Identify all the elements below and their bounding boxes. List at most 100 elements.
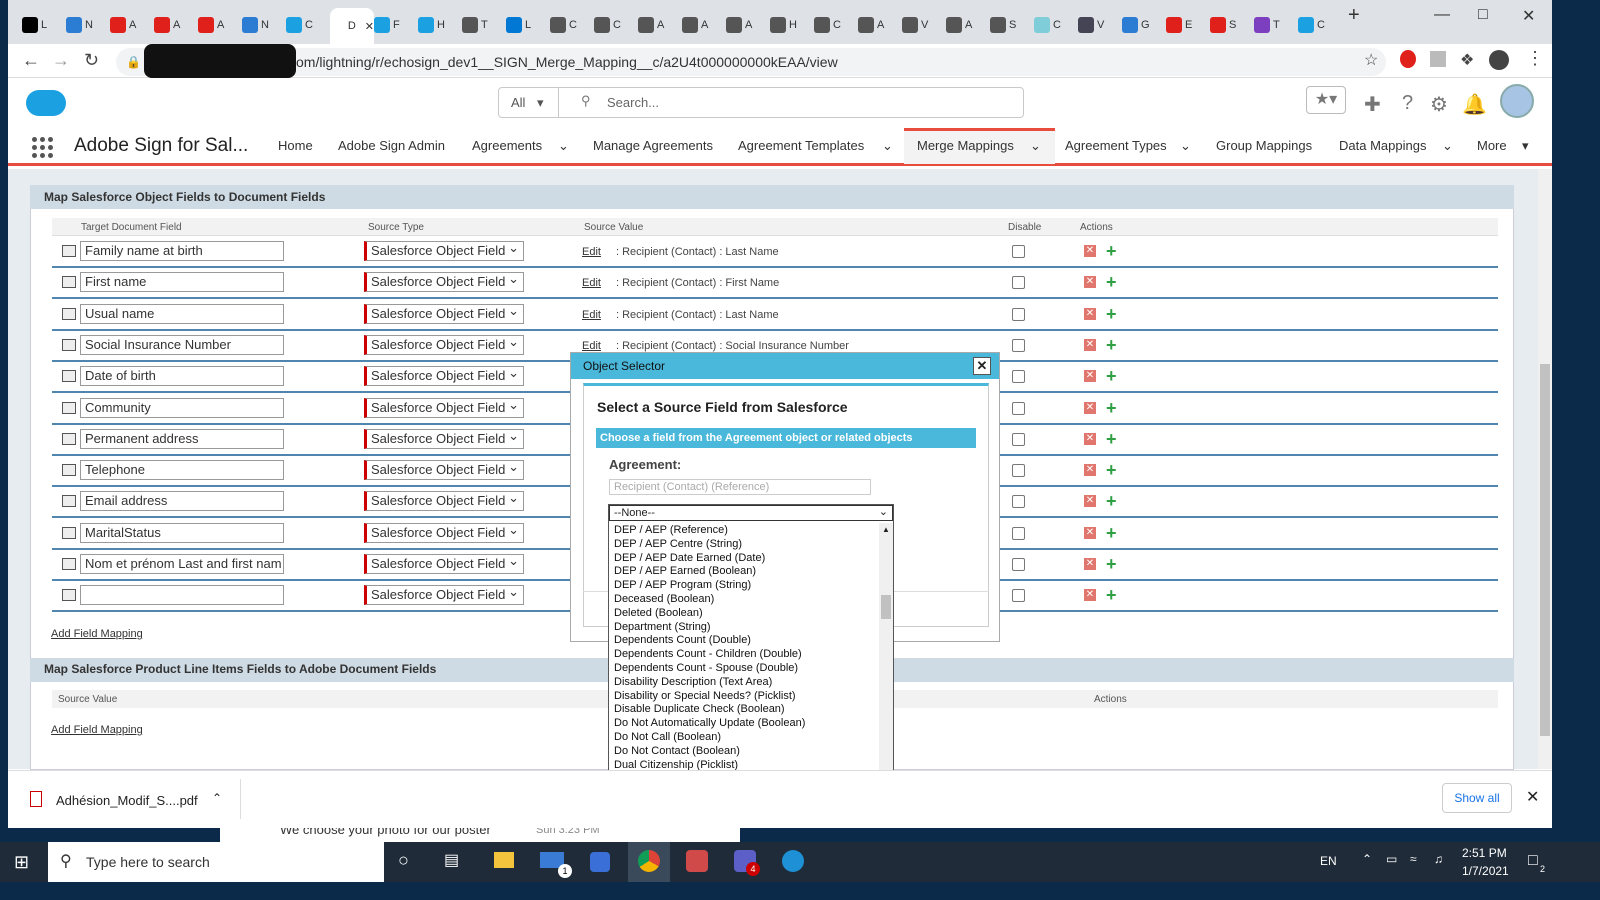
forward-icon[interactable]: → (52, 50, 70, 71)
nav-agreement-types[interactable]: Agreement Types (1065, 138, 1167, 153)
source-type-select[interactable]: Salesforce Object Field (364, 552, 524, 574)
delete-icon[interactable]: ✕ (1084, 526, 1096, 539)
dropdown-option[interactable]: Department (String) (609, 620, 879, 634)
disable-checkbox[interactable] (1012, 401, 1025, 415)
source-type-select[interactable]: Salesforce Object Field (364, 489, 524, 512)
nav-adobe-sign-admin[interactable]: Adobe Sign Admin (338, 138, 445, 153)
volume-icon[interactable]: ♫ (1434, 852, 1443, 866)
browser-tab[interactable]: A (682, 14, 726, 36)
delete-icon[interactable]: ✕ (1084, 245, 1096, 257)
nav-agreement-templates[interactable]: Agreement Templates (738, 138, 864, 153)
page-scrollbar[interactable] (1538, 169, 1552, 769)
drag-handle-icon[interactable] (62, 370, 76, 383)
dropdown-option[interactable]: Disability or Special Needs? (Picklist) (609, 689, 879, 703)
target-field-input[interactable]: Community (80, 397, 284, 418)
dropdown-option[interactable]: Do Not Call (Boolean) (609, 730, 879, 744)
search-input[interactable]: Search... (607, 88, 659, 117)
add-row-icon[interactable]: + (1106, 241, 1117, 262)
browser-tab[interactable]: S (990, 14, 1034, 36)
drag-handle-icon[interactable] (62, 495, 76, 508)
delete-icon[interactable]: ✕ (1084, 370, 1096, 383)
disable-checkbox[interactable] (1012, 558, 1025, 571)
nav-more[interactable]: More (1477, 138, 1507, 153)
target-field-input[interactable]: Family name at birth (80, 241, 284, 261)
close-window-icon[interactable]: ✕ (1522, 6, 1535, 26)
browser-tab[interactable]: L (506, 14, 550, 36)
bell-icon[interactable]: 🔔 (1462, 92, 1487, 117)
close-icon[interactable]: ✕ (973, 357, 991, 375)
drag-handle-icon[interactable] (62, 307, 76, 320)
disable-checkbox[interactable] (1012, 307, 1025, 321)
nav-group-mappings[interactable]: Group Mappings (1216, 138, 1312, 153)
delete-icon[interactable]: ✕ (1084, 495, 1096, 508)
opera-icon[interactable] (1400, 50, 1416, 68)
delete-icon[interactable]: ✕ (1084, 558, 1096, 570)
browser-tab[interactable]: A (198, 14, 242, 36)
drag-handle-icon[interactable] (62, 558, 76, 570)
help-icon[interactable]: ? (1402, 92, 1413, 115)
puzzle-icon[interactable]: ❖ (1460, 50, 1474, 70)
add-row-icon[interactable]: + (1106, 523, 1117, 544)
close-shelf-icon[interactable]: ✕ (1526, 787, 1539, 807)
bookmark-star-icon[interactable]: ☆ (1364, 50, 1378, 70)
task-view-icon[interactable]: ▤ (444, 850, 459, 870)
add-row-icon[interactable]: + (1106, 272, 1117, 293)
add-row-icon[interactable]: + (1106, 491, 1117, 512)
close-tab-icon[interactable]: ✕ (365, 20, 374, 33)
cortana-icon[interactable]: ○ (398, 850, 409, 871)
windows-start-icon[interactable]: ⊞ (14, 852, 29, 873)
dropdown-option[interactable]: Do Not Contact (Boolean) (609, 744, 879, 758)
notification-icon[interactable]: □ (1528, 852, 1538, 870)
browser-tab[interactable]: F (374, 14, 418, 36)
extension-icon[interactable] (1430, 51, 1446, 67)
add-row-icon[interactable]: + (1106, 585, 1117, 606)
disable-checkbox[interactable] (1012, 495, 1025, 509)
drag-handle-icon[interactable] (62, 432, 76, 445)
disable-checkbox[interactable] (1012, 245, 1025, 258)
scroll-up-icon[interactable]: ▲ (882, 525, 890, 534)
dropdown-selected[interactable]: --None-- ⌄ (609, 505, 893, 521)
browser-tab[interactable]: A (726, 14, 770, 36)
browser-tab[interactable]: A (110, 14, 154, 36)
chevron-up-icon[interactable]: ⌃ (212, 791, 222, 805)
dropdown-option[interactable]: DEP / AEP Program (String) (609, 578, 879, 592)
add-row-icon[interactable]: + (1106, 460, 1117, 481)
target-field-input[interactable]: Nom et prénom Last and first nam (80, 554, 284, 574)
address-bar[interactable]: 🔒 om/lightning/r/echosign_dev1__SIGN_Merg… (116, 48, 1386, 76)
avatar[interactable] (1500, 84, 1534, 118)
browser-tab[interactable]: C (1034, 14, 1078, 36)
profile-icon[interactable] (1489, 50, 1509, 70)
edge-icon[interactable] (782, 850, 804, 872)
nav-agreements[interactable]: Agreements (472, 138, 542, 153)
browser-tab[interactable]: E (1166, 14, 1210, 36)
chevron-down-icon[interactable]: ⌄ (1030, 138, 1041, 154)
browser-tab[interactable]: A (858, 14, 902, 36)
show-all-button[interactable]: Show all (1442, 783, 1512, 813)
dropdown-option[interactable]: Dependents Count - Spouse (Double) (609, 661, 879, 675)
disable-checkbox[interactable] (1012, 464, 1025, 478)
drag-handle-icon[interactable] (62, 526, 76, 539)
disable-checkbox[interactable] (1012, 338, 1025, 352)
nav-home[interactable]: Home (278, 138, 313, 153)
target-field-input[interactable] (80, 585, 284, 606)
back-icon[interactable]: ← (22, 50, 40, 71)
add-field-mapping-link-2[interactable]: Add Field Mapping (51, 724, 143, 736)
dropdown-option[interactable]: Deceased (Boolean) (609, 592, 879, 606)
battery-icon[interactable]: ▭ (1386, 852, 1397, 866)
target-field-input[interactable]: Permanent address (80, 428, 284, 449)
new-tab-button[interactable]: + (1348, 4, 1360, 27)
browser-tab[interactable]: L (22, 14, 66, 36)
source-type-select[interactable]: Salesforce Object Field (364, 364, 524, 387)
source-type-select[interactable]: Salesforce Object Field (364, 239, 524, 261)
taskbar-search[interactable]: ⚲ Type here to search (48, 842, 384, 882)
wifi-icon[interactable]: ≈ (1410, 852, 1417, 866)
drag-handle-icon[interactable] (62, 464, 76, 477)
target-field-input[interactable]: MaritalStatus (80, 522, 284, 543)
source-type-select[interactable]: Salesforce Object Field (364, 427, 524, 449)
disable-checkbox[interactable] (1012, 589, 1025, 603)
edit-link[interactable]: Edit (582, 309, 601, 321)
chevron-down-icon[interactable]: ⌄ (882, 138, 893, 154)
dropdown-scroll-thumb[interactable] (881, 595, 891, 619)
add-row-icon[interactable]: + (1106, 304, 1117, 325)
browser-tab[interactable]: C (814, 14, 858, 36)
